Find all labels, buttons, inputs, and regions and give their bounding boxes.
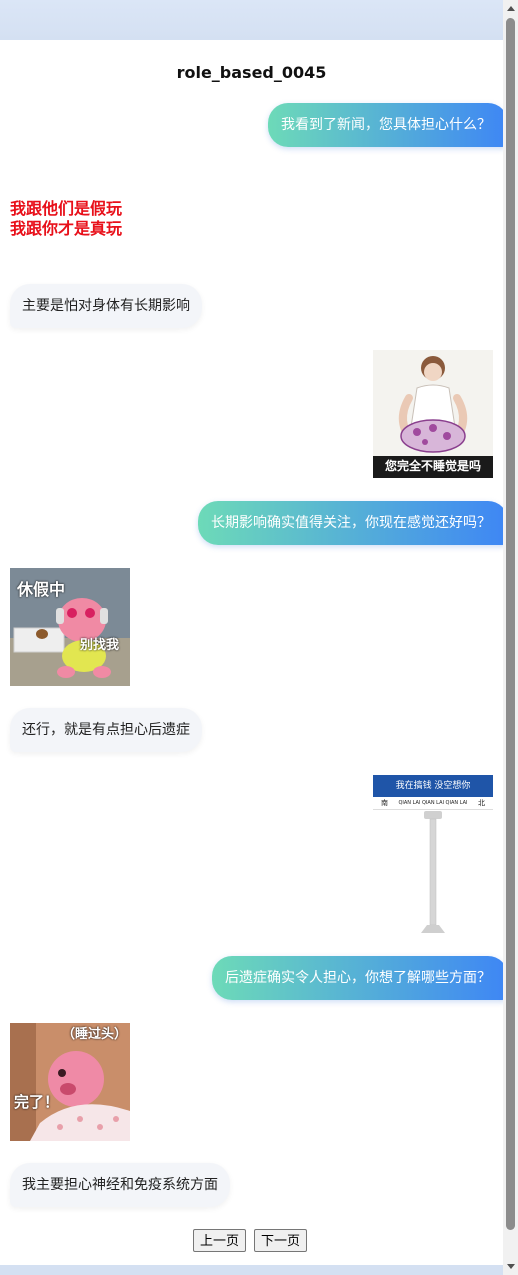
user-message-bubble: 我主要担心神经和免疫系统方面 [10,1163,230,1207]
meme-caption-bottom: 完了！ [14,1093,60,1111]
sign-pole-illustration [421,811,445,933]
prev-page-button[interactable]: 上一页 [193,1229,247,1252]
scroll-down-arrow-icon[interactable] [503,1258,518,1275]
red-text-meme-sticker[interactable]: 我跟他们是假玩 我跟你才是真玩 [10,199,150,243]
street-sign-sticker[interactable]: 我在搞钱 没空想你 南 QIAN LAI QIAN LAI QIAN LAI 北 [373,775,493,935]
user-message-bubble: 还行，就是有点担心后遗症 [10,708,202,752]
top-band [0,0,503,40]
pink-beaver-overslept-sticker[interactable]: （睡过头） 完了！ [10,1023,130,1141]
page-title: role_based_0045 [176,63,327,82]
meme-caption-line: 我跟他们是假玩 [10,199,123,218]
man-holding-pillow-sticker[interactable]: 您完全不睡觉是吗 [373,350,493,478]
meme-caption-top: （睡过头） [62,1027,128,1042]
scrollbar-thumb[interactable] [506,18,515,1230]
assistant-message-bubble: 我看到了新闻，您具体担心什么？ [268,103,508,147]
vertical-scrollbar[interactable] [503,0,518,1275]
next-page-button[interactable]: 下一页 [254,1229,308,1252]
meme-caption: 您完全不睡觉是吗 [384,459,481,473]
assistant-message-bubble: 后遗症确实令人担心，你想了解哪些方面？ [212,956,508,1000]
user-message-bubble: 主要是怕对身体有长期影响 [10,284,202,328]
assistant-message-bubble: 长期影响确实值得关注，你现在感觉还好吗？ [198,501,508,545]
pink-beaver-vacation-sticker[interactable]: 休假中 别找我 [10,568,130,686]
bottom-band [0,1265,503,1275]
meme-caption-bottom: 别找我 [80,638,120,653]
scroll-up-arrow-icon[interactable] [503,0,518,17]
meme-caption-top: 休假中 [17,580,66,599]
meme-caption-line: 我跟你才是真玩 [10,219,123,238]
